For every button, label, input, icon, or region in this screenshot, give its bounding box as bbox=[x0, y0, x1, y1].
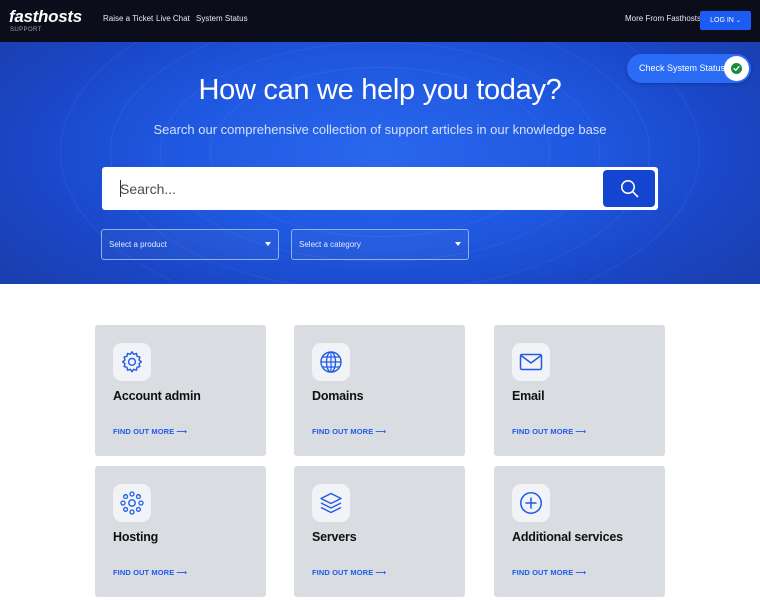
card-title: Hosting bbox=[113, 530, 159, 544]
find-out-more-link[interactable]: FIND OUT MORE ⟶ bbox=[312, 427, 386, 436]
card-account-admin[interactable]: Account admin FIND OUT MORE ⟶ bbox=[95, 325, 266, 456]
logo-subtitle: SUPPORT bbox=[10, 27, 42, 33]
search-icon bbox=[621, 180, 639, 198]
product-select-value: Select a product bbox=[109, 240, 167, 249]
find-out-more-label: FIND OUT MORE bbox=[312, 427, 374, 436]
find-out-more-link[interactable]: FIND OUT MORE ⟶ bbox=[512, 568, 586, 577]
gear-icon bbox=[122, 351, 142, 373]
card-icon-box bbox=[113, 343, 151, 381]
find-out-more-label: FIND OUT MORE bbox=[312, 568, 374, 577]
envelope-icon bbox=[519, 353, 543, 371]
find-out-more-label: FIND OUT MORE bbox=[512, 427, 574, 436]
find-out-more-label: FIND OUT MORE bbox=[113, 568, 175, 577]
card-title: Servers bbox=[312, 530, 357, 544]
product-select[interactable]: Select a product bbox=[101, 229, 279, 260]
raise-ticket-link[interactable]: Raise a Ticket bbox=[103, 14, 153, 24]
login-label: LOG IN bbox=[710, 17, 734, 24]
find-out-more-link[interactable]: FIND OUT MORE ⟶ bbox=[312, 568, 386, 577]
search-bar bbox=[102, 167, 658, 210]
find-out-more-link[interactable]: FIND OUT MORE ⟶ bbox=[113, 427, 187, 436]
find-out-more-label: FIND OUT MORE bbox=[512, 568, 574, 577]
card-title: Additional services bbox=[512, 530, 623, 544]
dropdown-arrow-icon bbox=[265, 242, 271, 246]
card-title: Domains bbox=[312, 389, 364, 403]
chevron-down-icon: ⌄ bbox=[735, 18, 741, 24]
status-ok-icon bbox=[724, 56, 749, 81]
card-hosting[interactable]: Hosting FIND OUT MORE ⟶ bbox=[95, 466, 266, 597]
arrow-right-icon: ⟶ bbox=[375, 427, 387, 436]
top-navigation: fasthosts SUPPORT Raise a Ticket Live Ch… bbox=[0, 0, 760, 42]
hero-banner: How can we help you today? Search our co… bbox=[0, 42, 760, 284]
card-title: Account admin bbox=[113, 389, 201, 403]
page-subtitle: Search our comprehensive collection of s… bbox=[153, 122, 607, 137]
text-cursor bbox=[120, 180, 121, 197]
card-title: Email bbox=[512, 389, 545, 403]
globe-icon bbox=[320, 351, 342, 373]
find-out-more-label: FIND OUT MORE bbox=[113, 427, 175, 436]
card-icon-box bbox=[312, 343, 350, 381]
network-icon bbox=[120, 491, 144, 515]
system-status-link[interactable]: System Status bbox=[196, 14, 248, 24]
dropdown-arrow-icon bbox=[455, 242, 461, 246]
card-email[interactable]: Email FIND OUT MORE ⟶ bbox=[494, 325, 665, 456]
arrow-right-icon: ⟶ bbox=[176, 427, 188, 436]
layers-icon bbox=[320, 492, 342, 514]
card-servers[interactable]: Servers FIND OUT MORE ⟶ bbox=[294, 466, 465, 597]
arrow-right-icon: ⟶ bbox=[575, 568, 587, 577]
more-from-fasthosts-link[interactable]: More From Fasthosts bbox=[625, 14, 701, 24]
card-icon-box bbox=[113, 484, 151, 522]
search-button[interactable] bbox=[603, 170, 655, 207]
find-out-more-link[interactable]: FIND OUT MORE ⟶ bbox=[113, 568, 187, 577]
arrow-right-icon: ⟶ bbox=[176, 568, 188, 577]
card-icon-box bbox=[512, 343, 550, 381]
plus-circle-icon bbox=[520, 492, 542, 514]
live-chat-link[interactable]: Live Chat bbox=[156, 14, 190, 24]
card-icon-box bbox=[312, 484, 350, 522]
check-system-status-button[interactable]: Check System Status bbox=[627, 54, 751, 83]
arrow-right-icon: ⟶ bbox=[375, 568, 387, 577]
card-domains[interactable]: Domains FIND OUT MORE ⟶ bbox=[294, 325, 465, 456]
search-input[interactable] bbox=[120, 177, 590, 201]
category-select[interactable]: Select a category bbox=[291, 229, 469, 260]
arrow-right-icon: ⟶ bbox=[575, 427, 587, 436]
card-icon-box bbox=[512, 484, 550, 522]
category-select-value: Select a category bbox=[299, 240, 361, 249]
card-additional-services[interactable]: Additional services FIND OUT MORE ⟶ bbox=[494, 466, 665, 597]
login-button[interactable]: LOG IN ⌄ bbox=[700, 11, 751, 30]
check-system-status-label: Check System Status bbox=[639, 63, 726, 73]
fasthosts-logo[interactable]: fasthosts bbox=[9, 8, 82, 26]
find-out-more-link[interactable]: FIND OUT MORE ⟶ bbox=[512, 427, 586, 436]
